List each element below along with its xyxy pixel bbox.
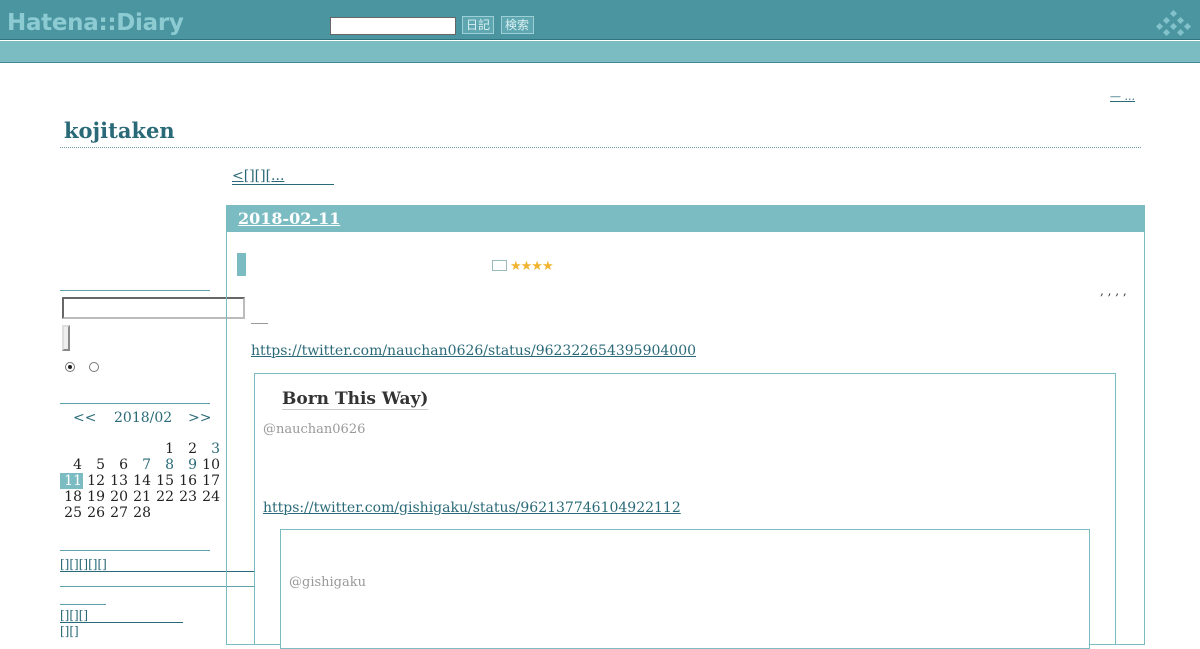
tweet-2-handle[interactable]: @gishigaku bbox=[289, 575, 366, 590]
short-divider bbox=[251, 323, 268, 324]
tweet-1-handle[interactable]: @nauchan0626 bbox=[263, 422, 365, 437]
calendar-empty bbox=[129, 441, 152, 457]
calendar-week: 4 5 6 7 8 9 10 bbox=[60, 457, 221, 473]
calendar-day-23: 23 bbox=[179, 489, 197, 505]
calendar-day-3[interactable]: 3 bbox=[198, 441, 221, 457]
calendar-day-9[interactable]: 9 bbox=[175, 457, 198, 473]
calendar-month-link[interactable]: 2018/02 bbox=[114, 410, 172, 426]
calendar-week: 123 bbox=[60, 441, 221, 457]
calendar-empty bbox=[60, 441, 83, 457]
sidebar-divider bbox=[60, 290, 210, 291]
calendar-day-15: 15 bbox=[156, 473, 174, 489]
calendar-day-14: 14 bbox=[133, 473, 151, 489]
blog-title[interactable]: kojitaken bbox=[64, 118, 175, 143]
top-navigation-bar: Hatena::Diary 日記 検索 bbox=[0, 0, 1200, 40]
calendar-day-12: 12 bbox=[87, 473, 105, 489]
calendar-day-1: 1 bbox=[165, 441, 174, 457]
sidebar-divider bbox=[60, 550, 210, 551]
calendar-day-5: 5 bbox=[96, 457, 105, 473]
calendar-day-13: 13 bbox=[110, 473, 128, 489]
calendar-day-17: 17 bbox=[202, 473, 220, 489]
calendar-day-26: 26 bbox=[87, 505, 105, 521]
day-date-link[interactable]: 2018-02-11 bbox=[238, 209, 340, 228]
calendar-day-28: 28 bbox=[133, 505, 151, 521]
calendar-day-20: 20 bbox=[110, 489, 128, 505]
calendar-day-21: 21 bbox=[133, 489, 151, 505]
calendar-day-link[interactable]: 9 bbox=[188, 457, 197, 473]
sidebar-search-button[interactable] bbox=[62, 325, 70, 351]
search-scope-radio-1[interactable] bbox=[65, 362, 75, 372]
star-add-icon[interactable] bbox=[492, 260, 507, 271]
calendar-day-link[interactable]: 7 bbox=[142, 457, 151, 473]
calendar-prev-link[interactable]: << bbox=[73, 410, 96, 426]
calendar-empty bbox=[152, 505, 175, 521]
search-button[interactable]: 検索 bbox=[501, 16, 534, 34]
sidebar-links[interactable]: [][][] bbox=[60, 608, 183, 623]
hatena-diary-logo[interactable]: Hatena::Diary bbox=[7, 10, 184, 36]
calendar-day-27: 27 bbox=[110, 505, 128, 521]
calendar-day-7[interactable]: 7 bbox=[129, 457, 152, 473]
calendar-day-16: 16 bbox=[179, 473, 197, 489]
calendar-empty bbox=[83, 441, 106, 457]
diary-button[interactable]: 日記 bbox=[462, 16, 494, 34]
stars: ★★★★ bbox=[510, 259, 554, 274]
sidebar-links[interactable]: [][] bbox=[60, 624, 79, 638]
sidebar-search-input[interactable] bbox=[62, 297, 245, 319]
embedded-tweet-2 bbox=[280, 529, 1090, 649]
calendar-day-25: 25 bbox=[64, 505, 82, 521]
calendar-day-18: 18 bbox=[64, 489, 82, 505]
calendar-day-8[interactable]: 8 bbox=[152, 457, 175, 473]
calendar-next-link[interactable]: >> bbox=[188, 410, 211, 426]
star-rating[interactable]: ★★★★ bbox=[492, 259, 554, 274]
calendar-day-19: 19 bbox=[87, 489, 105, 505]
tweet-link-2[interactable]: https://twitter.com/gishigaku/status/962… bbox=[263, 500, 681, 516]
top-right-link[interactable]: — ... bbox=[1110, 90, 1135, 103]
calendar-day-link[interactable]: 8 bbox=[165, 457, 174, 473]
calendar-empty bbox=[175, 505, 198, 521]
calendar-day-11[interactable]: 11 bbox=[60, 473, 83, 489]
calendar-week: 25 26 27 28 bbox=[60, 505, 221, 521]
title-divider bbox=[60, 147, 1141, 148]
section-marker bbox=[237, 253, 246, 276]
calendar-day-6: 6 bbox=[119, 457, 128, 473]
entry-tags: , , , , bbox=[1100, 284, 1127, 298]
calendar-day-24: 24 bbox=[202, 489, 220, 505]
sub-navigation-bar bbox=[0, 41, 1200, 63]
calendar-day-10: 10 bbox=[202, 457, 220, 473]
search-scope-radio-2[interactable] bbox=[89, 362, 99, 372]
calendar-day-22: 22 bbox=[156, 489, 174, 505]
sidebar-divider bbox=[60, 403, 210, 404]
calendar-week: 11 12 13 14 15 16 17 bbox=[60, 473, 221, 489]
calendar-day-2: 2 bbox=[188, 441, 197, 457]
tweet-1-title: Born This Way) bbox=[282, 389, 429, 410]
header-search-input[interactable] bbox=[330, 17, 456, 35]
tweet-link-1[interactable]: https://twitter.com/nauchan0626/status/9… bbox=[251, 343, 696, 359]
calendar-day-4: 4 bbox=[73, 457, 82, 473]
calendar-empty bbox=[198, 505, 221, 521]
calendar-day-link[interactable]: 3 bbox=[211, 441, 220, 457]
previous-entries-link[interactable]: <[][][... bbox=[232, 168, 335, 185]
calendar-week: 18 19 20 21 22 23 24 bbox=[60, 489, 221, 505]
sidebar-divider bbox=[60, 604, 106, 605]
calendar-grid: 1 2 3 4 5 6 7 8 9 10 11 12 13 14 15 16 17 18 19 20 21 22 23 24 2… bbox=[60, 441, 221, 521]
calendar-empty bbox=[106, 441, 129, 457]
day-header: 2018-02-11 bbox=[227, 206, 1144, 232]
hatena-mark-icon bbox=[1155, 10, 1192, 36]
